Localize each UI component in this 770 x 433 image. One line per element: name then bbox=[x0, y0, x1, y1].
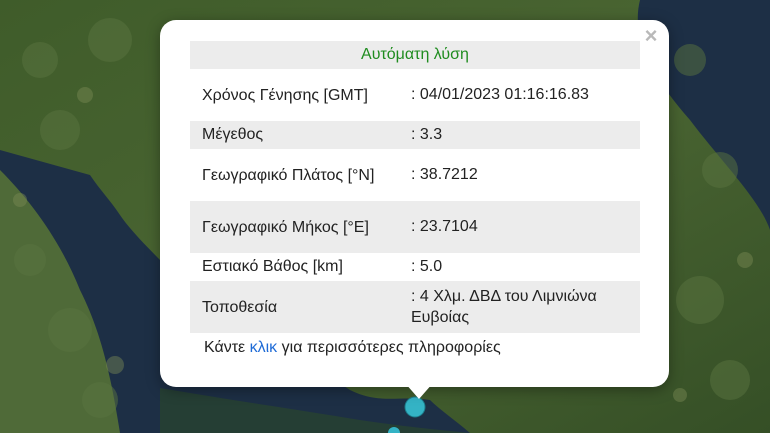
popup-footer: Κάντε κλικ για περισσότερες πληροφορίες bbox=[190, 333, 640, 363]
row-label-origin-time: Χρόνος Γένησης [GMT] bbox=[202, 86, 368, 104]
earthquake-marker[interactable] bbox=[404, 396, 426, 418]
popup-pointer bbox=[405, 383, 433, 399]
row-value-magnitude: : 3.3 bbox=[399, 121, 640, 149]
table-row: Μέγεθος : 3.3 bbox=[190, 121, 640, 149]
earthquake-info-popup: × Αυτόματη λύση Χρόνος Γένησης [GMT] : 0… bbox=[160, 20, 669, 387]
row-label-longitude: Γεωγραφικό Μήκος [°E] bbox=[190, 201, 399, 253]
close-icon[interactable]: × bbox=[641, 25, 661, 47]
table-row: Χρόνος Γένησης [GMT] : 04/01/2023 01:16:… bbox=[190, 69, 640, 121]
row-label-location: Τοποθεσία bbox=[190, 281, 399, 333]
row-value-origin-time: : 04/01/2023 01:16:16.83 bbox=[411, 86, 589, 103]
more-info-link[interactable]: κλικ bbox=[250, 339, 278, 356]
row-value-location: : 4 Χλμ. ΔΒΔ του Λιμνιώνα Ευβοίας bbox=[399, 281, 640, 333]
popup-header: Αυτόματη λύση bbox=[190, 41, 640, 69]
footer-text-before: Κάντε bbox=[204, 339, 250, 356]
row-label-latitude: Γεωγραφικό Πλάτος [°N] bbox=[202, 166, 375, 184]
table-row: Γεωγραφικό Μήκος [°E] : 23.7104 bbox=[190, 201, 640, 253]
row-value-depth: : 5.0 bbox=[411, 258, 443, 275]
popup-footer-row: Κάντε κλικ για περισσότερες πληροφορίες bbox=[190, 333, 640, 363]
footer-text-after: για περισσότερες πληροφορίες bbox=[277, 339, 501, 356]
row-label-magnitude: Μέγεθος bbox=[190, 121, 399, 149]
table-row: Εστιακό Βάθος [km] : 5.0 bbox=[190, 253, 640, 281]
table-row: Τοποθεσία : 4 Χλμ. ΔΒΔ του Λιμνιώνα Ευβο… bbox=[190, 281, 640, 333]
row-label-depth: Εστιακό Βάθος [km] bbox=[202, 258, 343, 275]
table-row: Γεωγραφικό Πλάτος [°N] : 38.7212 bbox=[190, 149, 640, 201]
row-value-latitude: : 38.7212 bbox=[411, 166, 478, 183]
info-table: Αυτόματη λύση Χρόνος Γένησης [GMT] : 04/… bbox=[190, 41, 640, 363]
row-value-longitude: : 23.7104 bbox=[399, 201, 640, 253]
popup-header-row: Αυτόματη λύση bbox=[190, 41, 640, 69]
